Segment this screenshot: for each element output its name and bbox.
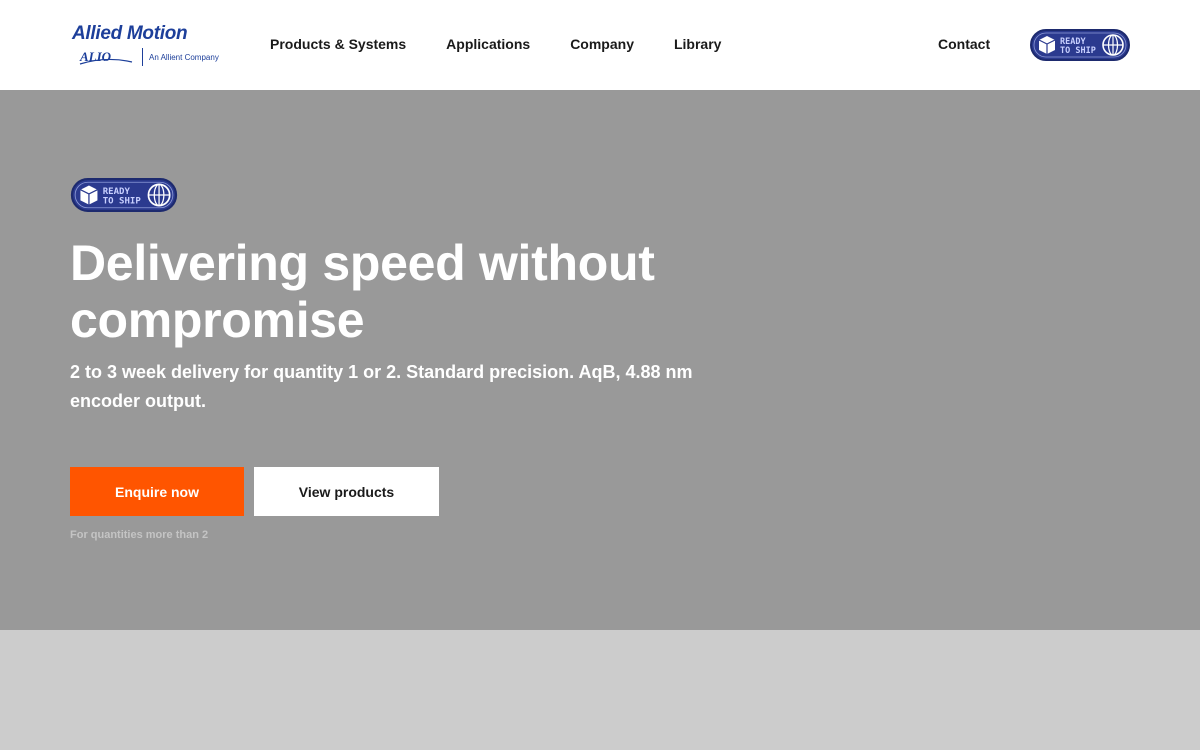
site-header: Allied Motion ALIO An Allient Company Pr…	[0, 0, 1200, 90]
hero-section: READY TO SHIP Delivering speed without c…	[0, 90, 1200, 630]
ready-to-ship-hero-badge: READY TO SHIP	[70, 178, 178, 217]
globe-icon	[1102, 34, 1124, 56]
logo-alio-text: ALIO	[80, 49, 112, 64]
badge-line2: TO SHIP	[103, 197, 142, 207]
logo-brand-text: Allied Motion	[72, 23, 188, 44]
badge-line2: TO SHIP	[1060, 46, 1096, 56]
ready-to-ship-header-badge[interactable]: READY TO SHIP	[1030, 29, 1130, 66]
nav-library[interactable]: Library	[674, 36, 721, 52]
view-products-button[interactable]: View products	[254, 467, 439, 516]
allied-motion-logo[interactable]: Allied Motion ALIO An Allient Company	[72, 22, 232, 68]
quantity-note: For quantities more than 2	[70, 529, 209, 541]
nav-products-systems[interactable]: Products & Systems	[270, 36, 406, 52]
nav-applications[interactable]: Applications	[446, 36, 530, 52]
main-nav: Products & Systems Applications Company …	[270, 36, 761, 52]
nav-company[interactable]: Company	[570, 36, 634, 52]
hero-title: Delivering speed without compromise	[70, 235, 655, 348]
nav-contact[interactable]: Contact	[938, 36, 990, 52]
logo-divider	[142, 48, 143, 66]
globe-icon	[147, 183, 171, 207]
hero-subtitle: 2 to 3 week delivery for quantity 1 or 2…	[70, 362, 693, 411]
enquire-now-button[interactable]: Enquire now	[70, 467, 244, 516]
badge-line1: READY	[103, 187, 131, 197]
logo-company-tag: An Allient Company	[149, 53, 219, 62]
